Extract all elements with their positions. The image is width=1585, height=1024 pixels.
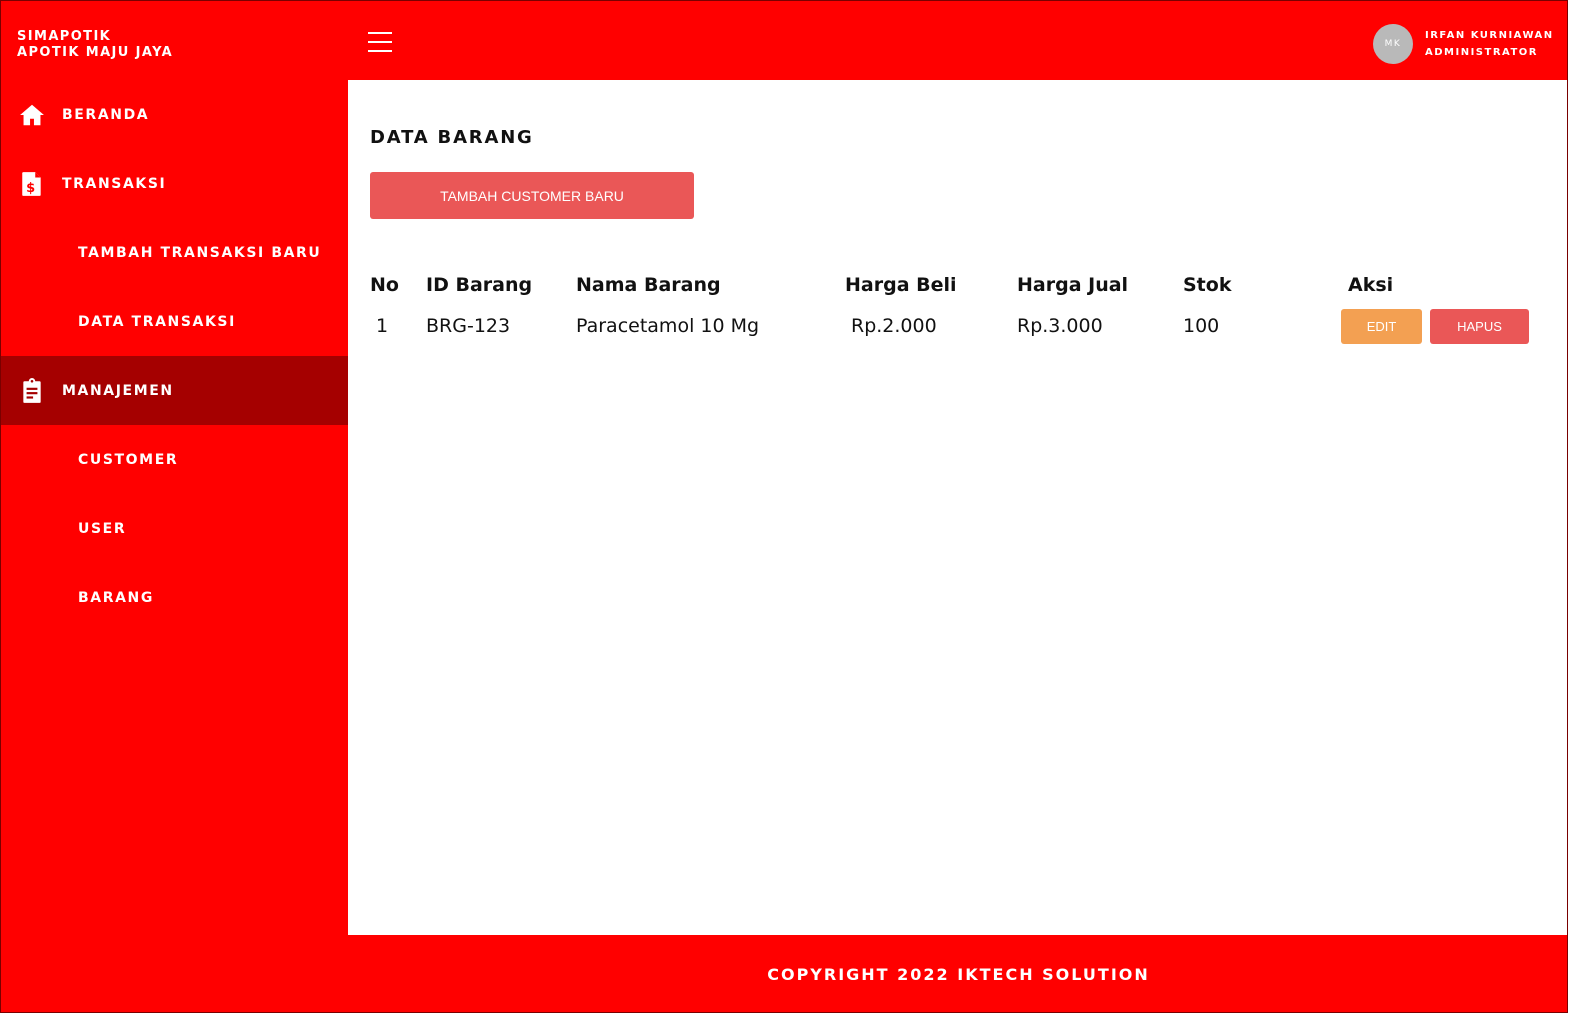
app-frame: SIMAPOTIK APOTIK MAJU JAYA MK IRFAN KURN…: [0, 0, 1568, 1013]
avatar-initials: MK: [1384, 39, 1402, 49]
sidebar-item-transaksi[interactable]: $ TRANSAKSI: [1, 149, 348, 218]
add-customer-button[interactable]: TAMBAH CUSTOMER BARU: [370, 172, 694, 219]
copyright-text: COPYRIGHT 2022 IKTECH SOLUTION: [767, 965, 1150, 984]
main-content: DATA BARANG TAMBAH CUSTOMER BARU No ID B…: [348, 80, 1567, 935]
clipboard-icon: [23, 377, 41, 403]
sidebar-item-data-transaksi[interactable]: DATA TRANSAKSI: [1, 287, 348, 356]
cell-harga-beli: Rp.2.000: [851, 315, 937, 337]
sidebar-item-user[interactable]: USER: [1, 494, 348, 563]
column-header-harga-beli[interactable]: Harga Beli: [845, 266, 1017, 304]
edit-button[interactable]: EDIT: [1341, 308, 1422, 344]
sidebar-item-label: TAMBAH TRANSAKSI BARU: [78, 244, 322, 261]
user-info: IRFAN KURNIAWAN ADMINISTRATOR: [1425, 27, 1554, 61]
column-header-stok[interactable]: Stok: [1183, 266, 1348, 304]
brand: SIMAPOTIK APOTIK MAJU JAYA: [17, 29, 173, 61]
invoice-dollar-icon: $: [22, 171, 41, 196]
delete-button[interactable]: HAPUS: [1430, 308, 1529, 344]
page-title: DATA BARANG: [370, 127, 534, 148]
hamburger-menu-icon[interactable]: [368, 32, 392, 54]
footer: COPYRIGHT 2022 IKTECH SOLUTION: [348, 935, 1567, 1012]
cell-nama-barang: Paracetamol 10 Mg: [576, 315, 760, 337]
sidebar-item-label: TRANSAKSI: [62, 175, 167, 192]
sidebar-item-label: CUSTOMER: [78, 451, 179, 468]
cell-id-barang: BRG-123: [426, 315, 511, 337]
user-name: IRFAN KURNIAWAN: [1425, 30, 1554, 41]
cell-stok: 100: [1183, 315, 1220, 337]
data-table: No ID Barang Nama Barang Harga Beli Harg…: [370, 266, 1548, 348]
sidebar-item-customer[interactable]: CUSTOMER: [1, 425, 348, 494]
avatar[interactable]: MK: [1373, 24, 1413, 64]
sidebar-item-manajemen[interactable]: MANAJEMEN: [1, 356, 348, 425]
cell-aksi: EDIT HAPUS: [1341, 304, 1548, 348]
brand-name: SIMAPOTIK: [17, 29, 112, 44]
sidebar-item-label: DATA TRANSAKSI: [78, 313, 236, 330]
column-header-id-barang[interactable]: ID Barang: [426, 266, 576, 304]
column-header-nama-barang[interactable]: Nama Barang: [576, 266, 845, 304]
sidebar-item-barang[interactable]: BARANG: [1, 563, 348, 632]
sidebar-item-beranda[interactable]: BERANDA: [1, 80, 348, 149]
sidebar-item-label: USER: [78, 520, 127, 537]
sidebar-item-label: MANAJEMEN: [62, 382, 174, 399]
column-header-no[interactable]: No: [370, 266, 426, 304]
table-header-row: No ID Barang Nama Barang Harga Beli Harg…: [370, 266, 1548, 304]
table-row: 1 BRG-123 Paracetamol 10 Mg Rp.2.000 Rp.…: [370, 304, 1548, 348]
sidebar: BERANDA $ TRANSAKSI TAMBAH TRANSAKSI BAR…: [1, 80, 348, 632]
sidebar-item-tambah-transaksi-baru[interactable]: TAMBAH TRANSAKSI BARU: [1, 218, 348, 287]
sidebar-item-label: BERANDA: [62, 106, 150, 123]
cell-harga-jual: Rp.3.000: [1017, 315, 1103, 337]
svg-text:$: $: [26, 181, 37, 196]
sidebar-item-label: BARANG: [78, 589, 154, 606]
column-header-aksi: Aksi: [1348, 274, 1394, 296]
cell-no: 1: [376, 315, 389, 337]
column-header-harga-jual[interactable]: Harga Jual: [1017, 266, 1183, 304]
home-icon: [20, 104, 44, 125]
brand-subtitle: APOTIK MAJU JAYA: [17, 45, 174, 60]
user-role: ADMINISTRATOR: [1425, 47, 1539, 58]
